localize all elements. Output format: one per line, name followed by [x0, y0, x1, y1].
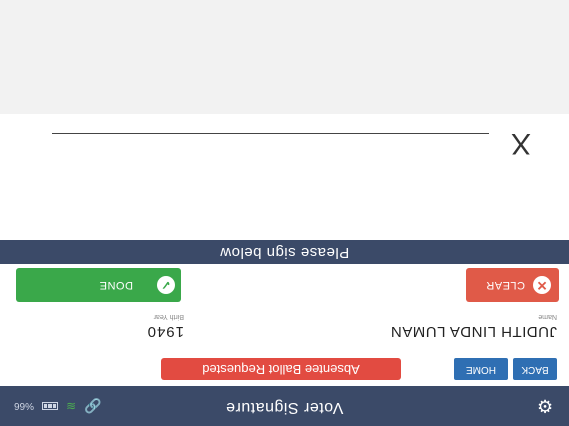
- toolbar: BACK HOME Absentee Ballot Requested: [0, 346, 569, 386]
- name-label: Name: [538, 313, 557, 320]
- birth-year: 1940: [146, 323, 184, 340]
- voter-info: JUDITH LINDA LUMAN Name 1940 Birth Year: [0, 306, 569, 346]
- link-icon: 🔗: [84, 398, 102, 415]
- clear-button[interactable]: ✕ CLEAR: [466, 268, 559, 302]
- close-icon: ✕: [533, 276, 551, 294]
- header-bar: ⚙ Voter Signature 🔗 ≋ %66: [0, 386, 569, 426]
- back-button[interactable]: BACK: [513, 358, 557, 380]
- home-button[interactable]: HOME: [454, 358, 508, 380]
- absentee-ballot-badge: Absentee Ballot Requested: [161, 358, 401, 380]
- voter-name: JUDITH LINDA LUMAN: [390, 323, 557, 340]
- signal-text: %66: [14, 400, 35, 412]
- blank-area: [0, 0, 569, 114]
- signature-pad[interactable]: X: [0, 114, 569, 240]
- status-icons: 🔗 ≋ %66: [14, 398, 102, 415]
- battery-icon: [42, 402, 59, 410]
- signature-x-mark: X: [510, 127, 531, 160]
- done-label: DONE: [99, 279, 133, 291]
- signature-line: [52, 133, 489, 134]
- clear-label: CLEAR: [485, 279, 525, 291]
- birth-year-label: Birth Year: [153, 313, 184, 320]
- voter-signature-screen: ⚙ Voter Signature 🔗 ≋ %66 BACK HOME Abse…: [0, 0, 569, 426]
- sign-prompt: Please sign below: [0, 240, 569, 264]
- signature-actions: ✕ CLEAR ✓ DONE: [0, 264, 569, 306]
- check-icon: ✓: [157, 276, 175, 294]
- done-button[interactable]: ✓ DONE: [16, 268, 181, 302]
- wifi-icon: ≋: [66, 399, 77, 413]
